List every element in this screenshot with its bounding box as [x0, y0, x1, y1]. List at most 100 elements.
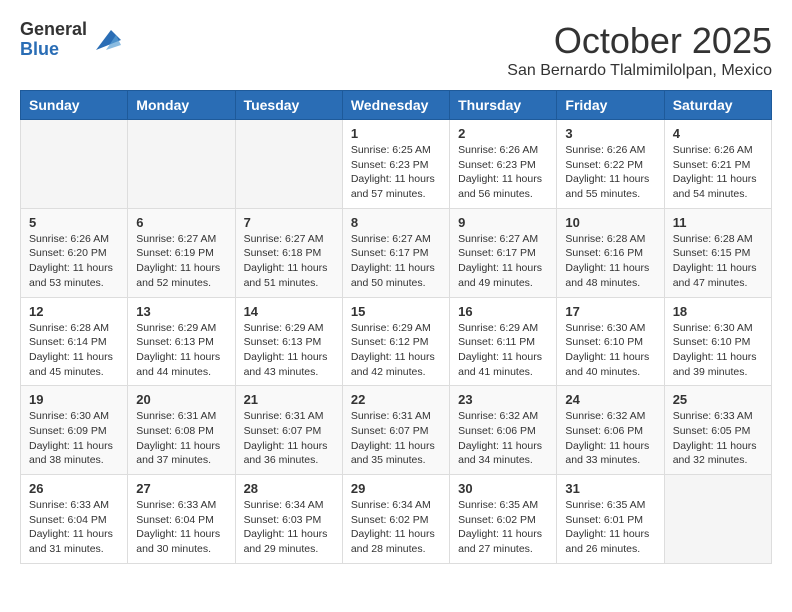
- day-info: Sunrise: 6:34 AM Sunset: 6:03 PM Dayligh…: [244, 498, 334, 557]
- day-number: 17: [565, 304, 655, 319]
- day-info: Sunrise: 6:27 AM Sunset: 6:19 PM Dayligh…: [136, 232, 226, 291]
- day-info: Sunrise: 6:27 AM Sunset: 6:17 PM Dayligh…: [458, 232, 548, 291]
- day-number: 12: [29, 304, 119, 319]
- header-day-tuesday: Tuesday: [235, 91, 342, 120]
- day-number: 25: [673, 392, 763, 407]
- day-number: 10: [565, 215, 655, 230]
- calendar-cell: 4 Sunrise: 6:26 AM Sunset: 6:21 PM Daylig…: [664, 120, 771, 209]
- day-info: Sunrise: 6:29 AM Sunset: 6:11 PM Dayligh…: [458, 321, 548, 380]
- calendar-cell: 6 Sunrise: 6:27 AM Sunset: 6:19 PM Daylig…: [128, 208, 235, 297]
- logo-general-text: General: [20, 20, 87, 40]
- calendar-cell: 25 Sunrise: 6:33 AM Sunset: 6:05 PM Dayli…: [664, 386, 771, 475]
- day-info: Sunrise: 6:31 AM Sunset: 6:07 PM Dayligh…: [244, 409, 334, 468]
- day-number: 20: [136, 392, 226, 407]
- day-info: Sunrise: 6:26 AM Sunset: 6:20 PM Dayligh…: [29, 232, 119, 291]
- day-info: Sunrise: 6:29 AM Sunset: 6:12 PM Dayligh…: [351, 321, 441, 380]
- calendar-cell: 5 Sunrise: 6:26 AM Sunset: 6:20 PM Daylig…: [21, 208, 128, 297]
- calendar-cell: 28Sunrise: 6:34 AM Sunset: 6:03 PM Dayli…: [235, 475, 342, 564]
- day-number: 24: [565, 392, 655, 407]
- calendar-cell: 10 Sunrise: 6:28 AM Sunset: 6:16 PM Dayli…: [557, 208, 664, 297]
- calendar-cell: 30 Sunrise: 6:35 AM Sunset: 6:02 PM Dayli…: [450, 475, 557, 564]
- day-info: Sunrise: 6:31 AM Sunset: 6:08 PM Dayligh…: [136, 409, 226, 468]
- week-row-4: 26 Sunrise: 6:33 AM Sunset: 6:04 PM Dayli…: [21, 475, 772, 564]
- day-info: Sunrise: 6:35 AM Sunset: 6:01 PM Dayligh…: [565, 498, 655, 557]
- calendar-cell: 23Sunrise: 6:32 AM Sunset: 6:06 PM Dayli…: [450, 386, 557, 475]
- title-section: October 2025 San Bernardo Tlalmimilolpan…: [507, 20, 772, 80]
- day-number: 29: [351, 481, 441, 496]
- logo-blue-text: Blue: [20, 40, 87, 60]
- calendar-cell: 17 Sunrise: 6:30 AM Sunset: 6:10 PM Dayli…: [557, 297, 664, 386]
- day-number: 5: [29, 215, 119, 230]
- day-number: 31: [565, 481, 655, 496]
- day-info: Sunrise: 6:33 AM Sunset: 6:05 PM Dayligh…: [673, 409, 763, 468]
- day-number: 22: [351, 392, 441, 407]
- calendar-cell: 19 Sunrise: 6:30 AM Sunset: 6:09 PM Dayli…: [21, 386, 128, 475]
- calendar-cell: 12 Sunrise: 6:28 AM Sunset: 6:14 PM Dayli…: [21, 297, 128, 386]
- day-info: Sunrise: 6:27 AM Sunset: 6:17 PM Dayligh…: [351, 232, 441, 291]
- day-number: 3: [565, 126, 655, 141]
- calendar-cell: 13 Sunrise: 6:29 AM Sunset: 6:13 PM Dayli…: [128, 297, 235, 386]
- day-number: 13: [136, 304, 226, 319]
- calendar-cell: 7 Sunrise: 6:27 AM Sunset: 6:18 PM Daylig…: [235, 208, 342, 297]
- day-number: 4: [673, 126, 763, 141]
- day-number: 8: [351, 215, 441, 230]
- day-info: Sunrise: 6:35 AM Sunset: 6:02 PM Dayligh…: [458, 498, 548, 557]
- day-info: Sunrise: 6:26 AM Sunset: 6:23 PM Dayligh…: [458, 143, 548, 202]
- calendar-cell: [235, 120, 342, 209]
- day-info: Sunrise: 6:30 AM Sunset: 6:10 PM Dayligh…: [565, 321, 655, 380]
- day-info: Sunrise: 6:29 AM Sunset: 6:13 PM Dayligh…: [136, 321, 226, 380]
- calendar-cell: 26Sunrise: 6:33 AM Sunset: 6:04 PM Dayli…: [21, 475, 128, 564]
- logo: General Blue: [20, 20, 121, 60]
- calendar-cell: 27 Sunrise: 6:33 AM Sunset: 6:04 PM Dayli…: [128, 475, 235, 564]
- day-number: 21: [244, 392, 334, 407]
- days-of-week-row: SundayMondayTuesdayWednesdayThursdayFrid…: [21, 91, 772, 120]
- calendar-cell: [21, 120, 128, 209]
- day-number: 19: [29, 392, 119, 407]
- day-number: 26: [29, 481, 119, 496]
- header-day-monday: Monday: [128, 91, 235, 120]
- day-number: 1: [351, 126, 441, 141]
- calendar-cell: 20 Sunrise: 6:31 AM Sunset: 6:08 PM Dayli…: [128, 386, 235, 475]
- week-row-2: 12 Sunrise: 6:28 AM Sunset: 6:14 PM Dayli…: [21, 297, 772, 386]
- week-row-1: 5 Sunrise: 6:26 AM Sunset: 6:20 PM Daylig…: [21, 208, 772, 297]
- calendar-cell: 3 Sunrise: 6:26 AM Sunset: 6:22 PM Daylig…: [557, 120, 664, 209]
- calendar-cell: [128, 120, 235, 209]
- day-number: 30: [458, 481, 548, 496]
- day-number: 6: [136, 215, 226, 230]
- day-info: Sunrise: 6:26 AM Sunset: 6:22 PM Dayligh…: [565, 143, 655, 202]
- calendar-cell: 2 Sunrise: 6:26 AM Sunset: 6:23 PM Daylig…: [450, 120, 557, 209]
- day-number: 2: [458, 126, 548, 141]
- day-info: Sunrise: 6:32 AM Sunset: 6:06 PM Dayligh…: [565, 409, 655, 468]
- calendar-cell: 1 Sunrise: 6:25 AM Sunset: 6:23 PM Daylig…: [342, 120, 449, 209]
- calendar-cell: [664, 475, 771, 564]
- calendar-cell: 29 Sunrise: 6:34 AM Sunset: 6:02 PM Dayli…: [342, 475, 449, 564]
- page-header: General Blue October 2025 San Bernardo T…: [20, 20, 772, 80]
- calendar-cell: 8 Sunrise: 6:27 AM Sunset: 6:17 PM Daylig…: [342, 208, 449, 297]
- day-info: Sunrise: 6:28 AM Sunset: 6:14 PM Dayligh…: [29, 321, 119, 380]
- calendar-cell: 15Sunrise: 6:29 AM Sunset: 6:12 PM Dayli…: [342, 297, 449, 386]
- calendar-table: SundayMondayTuesdayWednesdayThursdayFrid…: [20, 90, 772, 564]
- day-info: Sunrise: 6:30 AM Sunset: 6:10 PM Dayligh…: [673, 321, 763, 380]
- day-info: Sunrise: 6:26 AM Sunset: 6:21 PM Dayligh…: [673, 143, 763, 202]
- day-info: Sunrise: 6:25 AM Sunset: 6:23 PM Dayligh…: [351, 143, 441, 202]
- day-info: Sunrise: 6:28 AM Sunset: 6:15 PM Dayligh…: [673, 232, 763, 291]
- calendar-body: 1 Sunrise: 6:25 AM Sunset: 6:23 PM Daylig…: [21, 120, 772, 564]
- day-number: 18: [673, 304, 763, 319]
- header-day-wednesday: Wednesday: [342, 91, 449, 120]
- header-day-sunday: Sunday: [21, 91, 128, 120]
- day-info: Sunrise: 6:30 AM Sunset: 6:09 PM Dayligh…: [29, 409, 119, 468]
- day-info: Sunrise: 6:34 AM Sunset: 6:02 PM Dayligh…: [351, 498, 441, 557]
- day-info: Sunrise: 6:28 AM Sunset: 6:16 PM Dayligh…: [565, 232, 655, 291]
- day-number: 16: [458, 304, 548, 319]
- day-info: Sunrise: 6:27 AM Sunset: 6:18 PM Dayligh…: [244, 232, 334, 291]
- day-info: Sunrise: 6:33 AM Sunset: 6:04 PM Dayligh…: [136, 498, 226, 557]
- calendar-cell: 22Sunrise: 6:31 AM Sunset: 6:07 PM Dayli…: [342, 386, 449, 475]
- day-number: 27: [136, 481, 226, 496]
- calendar-cell: 18 Sunrise: 6:30 AM Sunset: 6:10 PM Dayli…: [664, 297, 771, 386]
- day-number: 7: [244, 215, 334, 230]
- calendar-cell: 9Sunrise: 6:27 AM Sunset: 6:17 PM Daylig…: [450, 208, 557, 297]
- calendar-cell: 11 Sunrise: 6:28 AM Sunset: 6:15 PM Dayli…: [664, 208, 771, 297]
- header-day-thursday: Thursday: [450, 91, 557, 120]
- day-number: 11: [673, 215, 763, 230]
- calendar-cell: 14Sunrise: 6:29 AM Sunset: 6:13 PM Dayli…: [235, 297, 342, 386]
